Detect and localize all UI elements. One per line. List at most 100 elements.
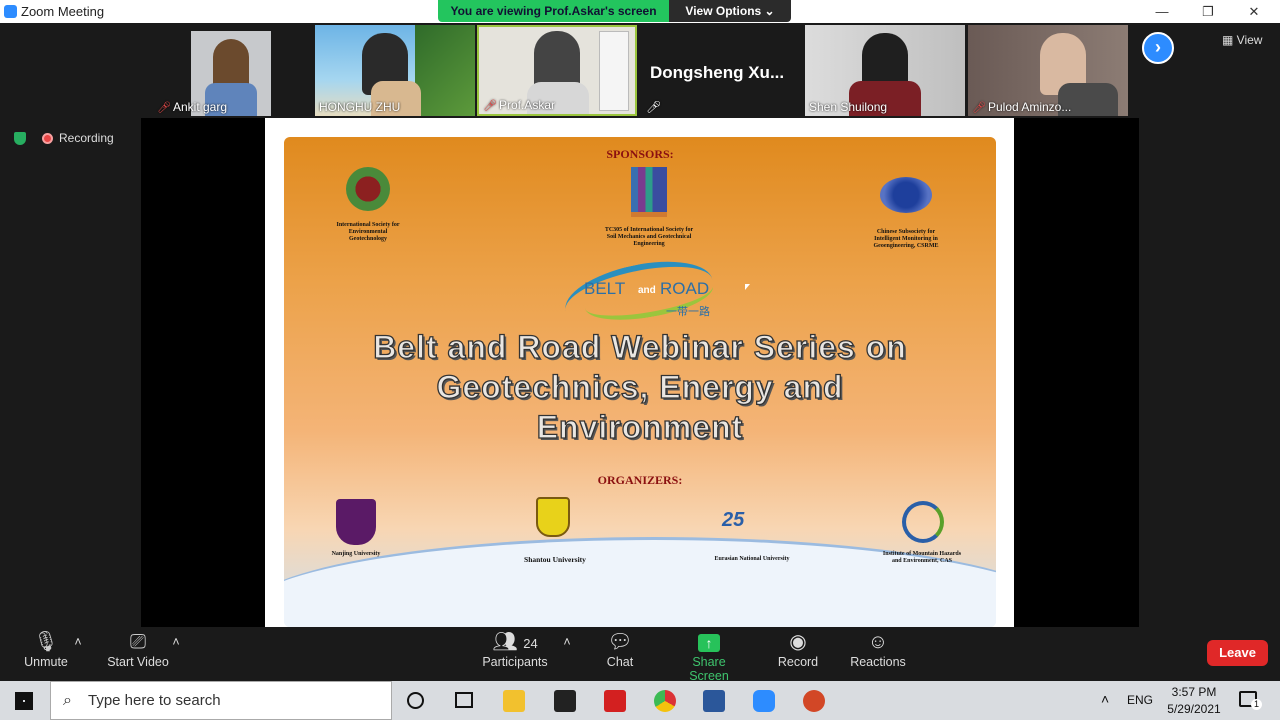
windows-taskbar: ⌕ Type here to search ˄ ENG 3:57 PM 5/29/2… bbox=[0, 681, 1280, 720]
org-1-name: Nanjing University bbox=[331, 551, 381, 557]
muted-mic-icon: 🎙︎ bbox=[33, 631, 59, 653]
participant-tile[interactable]: 🎤︎ Ankit garg bbox=[151, 25, 311, 116]
minimize-button[interactable]: — bbox=[1139, 0, 1185, 23]
chat-icon: 💬︎ bbox=[607, 631, 633, 653]
reactions-label: Reactions bbox=[850, 655, 906, 669]
windows-start-icon[interactable] bbox=[15, 692, 33, 710]
sponsor-3-name: Chinese Subsociety for Intelligent Monit… bbox=[873, 229, 939, 250]
reactions-button[interactable]: ☺ Reactions bbox=[850, 627, 906, 669]
leave-button[interactable]: Leave bbox=[1207, 640, 1268, 666]
tc305-logo bbox=[631, 167, 667, 217]
language-indicator[interactable]: ENG bbox=[1127, 693, 1153, 707]
org-3-name: Eurasian National University bbox=[714, 556, 790, 562]
participants-icon: 👥︎ bbox=[492, 631, 518, 653]
participant-tile[interactable]: Dongsheng Xu... 🎤︎ bbox=[642, 25, 802, 116]
participant-tile[interactable]: 🎤︎ Pulod Aminzo... bbox=[968, 25, 1128, 116]
record-dot-icon bbox=[42, 133, 53, 145]
view-button[interactable]: ▦ View bbox=[1222, 33, 1262, 47]
sponsors-heading: SPONSORS: bbox=[606, 147, 674, 161]
reactions-icon: ☺ bbox=[867, 631, 889, 653]
viewing-screen-label: You are viewing Prof.Askar's screen bbox=[438, 0, 669, 22]
csrme-logo bbox=[880, 177, 932, 213]
start-video-button[interactable]: ⎚ Start Video bbox=[104, 627, 172, 669]
mouse-cursor-icon bbox=[745, 284, 750, 290]
org-2-name: Shantou University bbox=[524, 555, 586, 564]
eurasian-university-logo: 25 bbox=[722, 509, 745, 531]
unmute-button[interactable]: 🎙︎ Unmute bbox=[22, 627, 70, 669]
notification-count: 1 bbox=[1251, 699, 1262, 710]
store-icon[interactable] bbox=[554, 690, 576, 712]
participant-name: Prof.Askar bbox=[498, 98, 555, 112]
shantou-university-logo bbox=[536, 497, 570, 537]
restore-button[interactable]: ❐ bbox=[1185, 0, 1231, 23]
slide-background: SPONSORS: International Society for Envi… bbox=[284, 137, 996, 627]
participant-strip: 🎤︎ Ankit garg HONGHU ZHU 🎤︎ Prof.Askar Don… bbox=[0, 23, 1280, 118]
chat-button[interactable]: 💬︎ Chat bbox=[603, 627, 637, 669]
muted-mic-icon: 🎤︎ bbox=[646, 100, 662, 114]
file-explorer-icon[interactable] bbox=[503, 690, 525, 712]
imhe-logo bbox=[902, 501, 944, 543]
recording-indicator[interactable]: Recording bbox=[14, 131, 114, 146]
gallery-icon: ▦ bbox=[1222, 33, 1237, 47]
logo-road-text: ROAD bbox=[660, 279, 710, 298]
taskbar-clock[interactable]: 3:57 PM 5/29/2021 bbox=[1160, 684, 1228, 718]
isegeo-logo bbox=[346, 167, 390, 211]
participant-tile-active[interactable]: 🎤︎ Prof.Askar bbox=[477, 25, 637, 116]
powerpoint-icon[interactable] bbox=[803, 690, 825, 712]
record-label: Record bbox=[777, 655, 819, 669]
shared-screen: SPONSORS: International Society for Envi… bbox=[141, 118, 1139, 627]
participants-label: Participants bbox=[482, 655, 548, 669]
chrome-icon[interactable] bbox=[654, 690, 676, 712]
word-icon[interactable] bbox=[703, 690, 725, 712]
zoom-taskbar-icon[interactable] bbox=[753, 690, 775, 712]
logo-chinese-text: 一带一路 bbox=[666, 306, 710, 318]
recording-label: Recording bbox=[59, 131, 114, 145]
next-page-button[interactable]: › bbox=[1142, 32, 1174, 64]
start-video-label: Start Video bbox=[107, 655, 169, 669]
organizers-heading: ORGANIZERS: bbox=[597, 473, 683, 487]
video-off-icon: ⎚ bbox=[130, 631, 146, 653]
muted-mic-icon: 🎤︎ bbox=[483, 100, 497, 112]
participant-count: 24 bbox=[523, 636, 538, 651]
share-screen-label: Share Screen bbox=[689, 655, 729, 683]
search-placeholder: Type here to search bbox=[88, 692, 221, 709]
zoom-icon bbox=[4, 5, 17, 18]
share-banner: You are viewing Prof.Askar's screen View… bbox=[438, 0, 791, 22]
participant-name: Ankit garg bbox=[172, 100, 227, 114]
shield-icon bbox=[14, 132, 26, 146]
view-options-button[interactable]: View Options ⌄ bbox=[669, 0, 791, 22]
participants-chevron-icon[interactable]: ˄ bbox=[561, 635, 573, 649]
participant-name: Pulod Aminzo... bbox=[987, 100, 1072, 114]
unmute-label: Unmute bbox=[24, 655, 68, 669]
taskbar-search-input[interactable]: ⌕ Type here to search bbox=[50, 681, 392, 720]
search-icon: ⌕ bbox=[63, 692, 72, 709]
record-button[interactable]: ◉ Record bbox=[777, 627, 819, 669]
presentation-slide: SPONSORS: International Society for Envi… bbox=[265, 118, 1014, 627]
close-button[interactable]: ✕ bbox=[1231, 0, 1277, 23]
cortana-icon[interactable] bbox=[407, 692, 424, 709]
task-view-icon[interactable] bbox=[455, 692, 473, 708]
belt-and-road-logo: BELT and ROAD 一带一路 bbox=[554, 250, 724, 340]
participant-name: Shen Shuilong bbox=[809, 100, 888, 114]
nanjing-university-logo bbox=[336, 499, 376, 545]
notifications-icon[interactable]: 1 bbox=[1239, 691, 1262, 710]
chat-label: Chat bbox=[606, 655, 634, 669]
clock-time: 3:57 PM bbox=[1171, 685, 1217, 699]
audio-options-chevron-icon[interactable]: ˄ bbox=[72, 635, 84, 649]
share-screen-icon: ↑ bbox=[698, 634, 720, 652]
view-label: View bbox=[1236, 33, 1263, 47]
participant-name: HONGHU ZHU bbox=[319, 100, 401, 114]
slide-title-line-2: Geotechnics, Energy and bbox=[436, 368, 844, 405]
record-icon: ◉ bbox=[789, 631, 807, 653]
participant-tile[interactable]: Shen Shuilong bbox=[805, 25, 965, 116]
logo-and-text: and bbox=[638, 285, 656, 296]
clock-date: 5/29/2021 bbox=[1167, 702, 1221, 716]
acrobat-icon[interactable] bbox=[604, 690, 626, 712]
tray-chevron-icon[interactable]: ˄ bbox=[1101, 691, 1109, 707]
sponsor-2-name: TC305 of International Society for Soil … bbox=[604, 227, 694, 248]
participants-button[interactable]: 👥︎ 24 Participants bbox=[480, 627, 550, 669]
participant-tile[interactable]: HONGHU ZHU bbox=[315, 25, 475, 116]
share-screen-button[interactable]: ↑ Share Screen bbox=[672, 627, 746, 683]
video-options-chevron-icon[interactable]: ˄ bbox=[170, 635, 182, 649]
meeting-toolbar: 🎙︎ Unmute ˄ ⎚ Start Video ˄ 👥︎ 24 Participa… bbox=[0, 627, 1280, 683]
